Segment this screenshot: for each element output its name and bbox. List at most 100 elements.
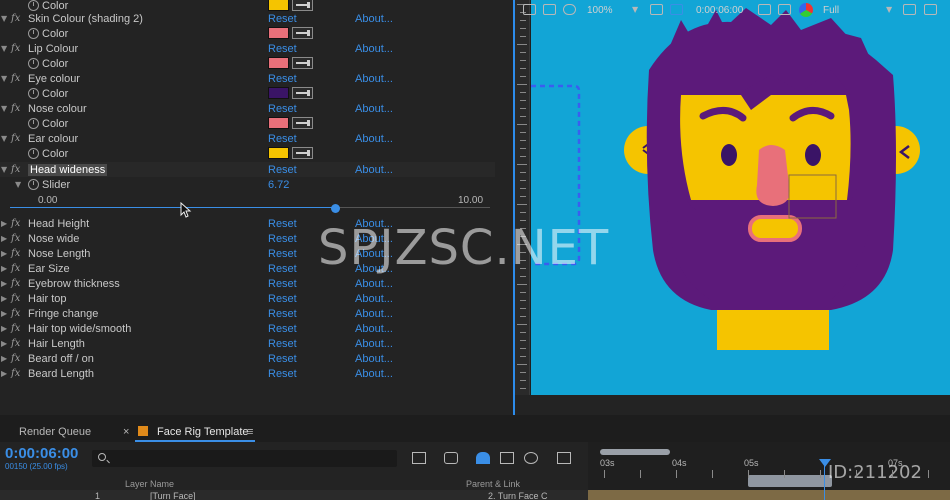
effect-name[interactable]: Beard off / on <box>28 353 94 365</box>
effect-name[interactable]: Nose colour <box>28 103 87 115</box>
layer-parent-select[interactable]: 2. Turn Face C <box>488 491 548 500</box>
effect-name[interactable]: Hair Length <box>28 338 85 350</box>
camera-icon[interactable] <box>758 4 771 15</box>
fx-icon[interactable]: fx <box>11 323 20 334</box>
eyedropper-icon[interactable] <box>292 147 313 159</box>
about-link[interactable]: About... <box>355 293 393 305</box>
eyedropper-icon[interactable] <box>292 117 313 129</box>
effect-row[interactable]: ▼ fx Ear colour Reset About... <box>0 131 495 146</box>
color-swatch[interactable] <box>268 147 289 159</box>
effect-name[interactable]: Eyebrow thickness <box>28 278 120 290</box>
effect-row[interactable]: ▼ fx Lip Colour Reset About... <box>0 41 495 56</box>
eyedropper-icon[interactable] <box>292 0 313 11</box>
reset-link[interactable]: Reset <box>268 323 297 335</box>
property-row-color[interactable]: Color <box>0 56 495 71</box>
effect-name[interactable]: Lip Colour <box>28 43 78 55</box>
effect-row-collapsed[interactable]: ▶ fx Eyebrow thickness Reset About... <box>0 276 495 291</box>
twirl-open-icon[interactable]: ▼ <box>1 134 7 143</box>
effect-name[interactable]: Ear colour <box>28 133 78 145</box>
eyedropper-icon[interactable] <box>292 87 313 99</box>
mask-visibility-icon[interactable] <box>563 4 576 15</box>
reset-link[interactable]: Reset <box>268 353 297 365</box>
fx-icon[interactable]: fx <box>11 353 20 364</box>
fx-icon[interactable]: fx <box>11 368 20 379</box>
about-link[interactable]: About... <box>355 13 393 25</box>
column-layer-name[interactable]: Layer Name <box>125 479 174 489</box>
twirl-closed-icon[interactable]: ▶ <box>1 234 7 243</box>
twirl-closed-icon[interactable]: ▶ <box>1 279 7 288</box>
property-row-color[interactable]: Color <box>0 86 495 101</box>
reset-link[interactable]: Reset <box>268 338 297 350</box>
effect-name[interactable]: Head wideness <box>28 163 108 176</box>
fx-icon[interactable]: fx <box>11 218 20 229</box>
property-row-color[interactable]: Color <box>0 26 495 41</box>
property-row-color[interactable]: Color <box>0 146 495 161</box>
color-swatch[interactable] <box>268 57 289 69</box>
reset-link[interactable]: Reset <box>268 308 297 320</box>
about-link[interactable]: About... <box>355 338 393 350</box>
effect-row-collapsed[interactable]: ▶ fx Beard off / on Reset About... <box>0 351 495 366</box>
stopwatch-icon[interactable] <box>28 0 39 11</box>
twirl-open-icon[interactable]: ▼ <box>1 165 7 174</box>
snapshot-icon[interactable] <box>523 4 536 15</box>
comp-mini-flowchart-icon[interactable] <box>412 452 426 464</box>
playhead-line[interactable] <box>824 462 825 500</box>
fx-icon[interactable]: fx <box>11 308 20 319</box>
fx-icon[interactable]: fx <box>11 278 20 289</box>
twirl-open-icon[interactable]: ▼ <box>15 180 21 189</box>
reset-link[interactable]: Reset <box>268 73 297 85</box>
reset-link[interactable]: Reset <box>268 13 297 25</box>
effect-name[interactable]: Eye colour <box>28 73 80 85</box>
about-link[interactable]: About... <box>355 278 393 290</box>
reset-link[interactable]: Reset <box>268 293 297 305</box>
effect-row-collapsed[interactable]: ▶ fx Fringe change Reset About... <box>0 306 495 321</box>
about-link[interactable]: About... <box>355 133 393 145</box>
channel-icon[interactable] <box>778 4 791 15</box>
resolution-select[interactable]: Full <box>823 5 839 17</box>
effect-row-head-wideness[interactable]: ▼ fx Head wideness Reset About... <box>0 162 495 177</box>
about-link[interactable]: About... <box>355 73 393 85</box>
composition-canvas[interactable] <box>531 0 950 395</box>
effect-name[interactable]: Ear Size <box>28 263 70 275</box>
eyedropper-icon[interactable] <box>292 57 313 69</box>
about-link[interactable]: About... <box>355 353 393 365</box>
fx-icon[interactable]: fx <box>11 73 20 84</box>
twirl-closed-icon[interactable]: ▶ <box>1 309 7 318</box>
reset-link[interactable]: Reset <box>268 278 297 290</box>
layer-duration-bar[interactable] <box>588 490 950 500</box>
stopwatch-icon[interactable] <box>28 179 39 190</box>
about-link[interactable]: About... <box>355 368 393 380</box>
color-swatch[interactable] <box>268 117 289 129</box>
work-area-bar[interactable] <box>600 449 670 455</box>
vertical-ruler[interactable] <box>515 0 530 395</box>
tab-close-icon[interactable]: × <box>123 426 129 438</box>
zoom-level[interactable]: 100% <box>587 5 613 17</box>
zoom-dropdown-icon[interactable]: ▼ <box>632 5 638 17</box>
about-link[interactable]: About... <box>355 43 393 55</box>
twirl-closed-icon[interactable]: ▶ <box>1 249 7 258</box>
twirl-closed-icon[interactable]: ▶ <box>1 219 7 228</box>
reset-link[interactable]: Reset <box>268 368 297 380</box>
about-link[interactable]: About... <box>355 103 393 115</box>
about-link[interactable]: About... <box>355 308 393 320</box>
color-swatch[interactable] <box>268 0 289 11</box>
reset-link[interactable]: Reset <box>268 164 297 176</box>
fx-icon[interactable]: fx <box>11 43 20 54</box>
twirl-closed-icon[interactable]: ▶ <box>1 339 7 348</box>
column-parent-link[interactable]: Parent & Link <box>466 479 520 489</box>
fx-icon[interactable]: fx <box>11 233 20 244</box>
effect-name[interactable]: Hair top <box>28 293 67 305</box>
about-link[interactable]: About... <box>355 323 393 335</box>
reset-link[interactable]: Reset <box>268 263 297 275</box>
color-channels-icon[interactable] <box>799 3 813 17</box>
property-row-color[interactable]: Color <box>0 116 495 131</box>
fx-icon[interactable]: fx <box>11 338 20 349</box>
viewer-timecode[interactable]: 0:00:06:00 <box>696 5 743 17</box>
resolution-dropdown-icon[interactable]: ▼ <box>886 5 892 17</box>
tab-render-queue[interactable]: Render Queue <box>19 426 91 438</box>
twirl-open-icon[interactable]: ▼ <box>1 74 7 83</box>
layer-name[interactable]: [Turn Face] <box>150 491 196 500</box>
fx-icon[interactable]: fx <box>11 248 20 259</box>
effect-row[interactable]: ▼ fx Skin Colour (shading 2) Reset About… <box>0 11 495 26</box>
effect-name[interactable]: Hair top wide/smooth <box>28 323 131 335</box>
